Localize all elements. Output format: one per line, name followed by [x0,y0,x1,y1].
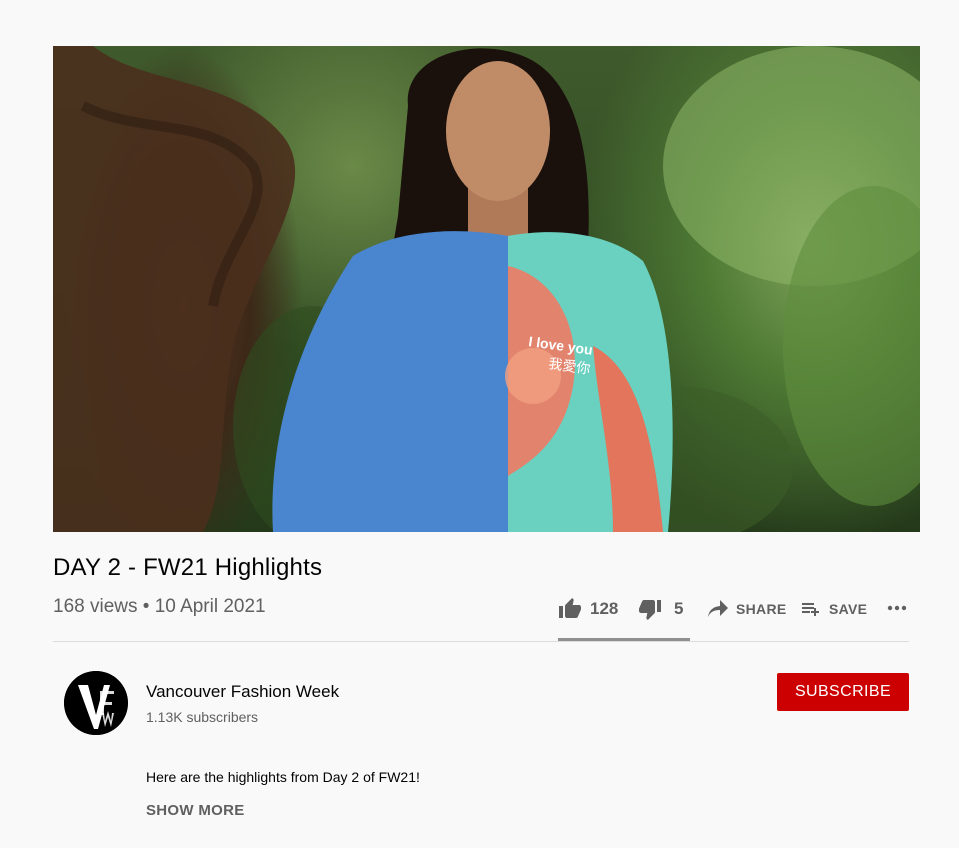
channel-avatar[interactable] [64,671,128,735]
vfw-logo [64,671,128,735]
subscribe-button[interactable]: SUBSCRIBE [777,673,909,711]
share-arrow-icon [708,600,728,617]
more-actions-button[interactable] [887,604,907,612]
save-button[interactable]: SAVE [799,597,867,621]
channel-name[interactable]: Vancouver Fashion Week [146,682,339,702]
thumbs-up-icon [559,598,581,618]
subscriber-count: 1.13K subscribers [146,709,259,725]
video-player[interactable]: I love you 我愛你 [53,46,920,532]
video-meta: 168 views • 10 April 2021 [53,596,266,617]
more-horizontal-icon [887,605,907,611]
dislike-button[interactable]: 5 [638,597,683,621]
video-title: DAY 2 - FW21 Highlights [53,554,323,581]
video-description: Here are the highlights from Day 2 of FW… [146,769,420,785]
save-label: SAVE [829,601,868,617]
like-count: 128 [590,599,619,618]
show-more-button[interactable]: SHOW MORE [146,802,245,819]
video-thumbnail-image: I love you 我愛你 [53,46,920,532]
divider [53,641,909,642]
share-button[interactable]: SHARE [706,597,787,621]
like-button[interactable]: 128 [558,597,618,621]
share-label: SHARE [736,601,787,617]
dislike-count: 5 [674,599,684,618]
playlist-add-icon [802,603,819,616]
thumbs-down-icon [639,600,661,620]
